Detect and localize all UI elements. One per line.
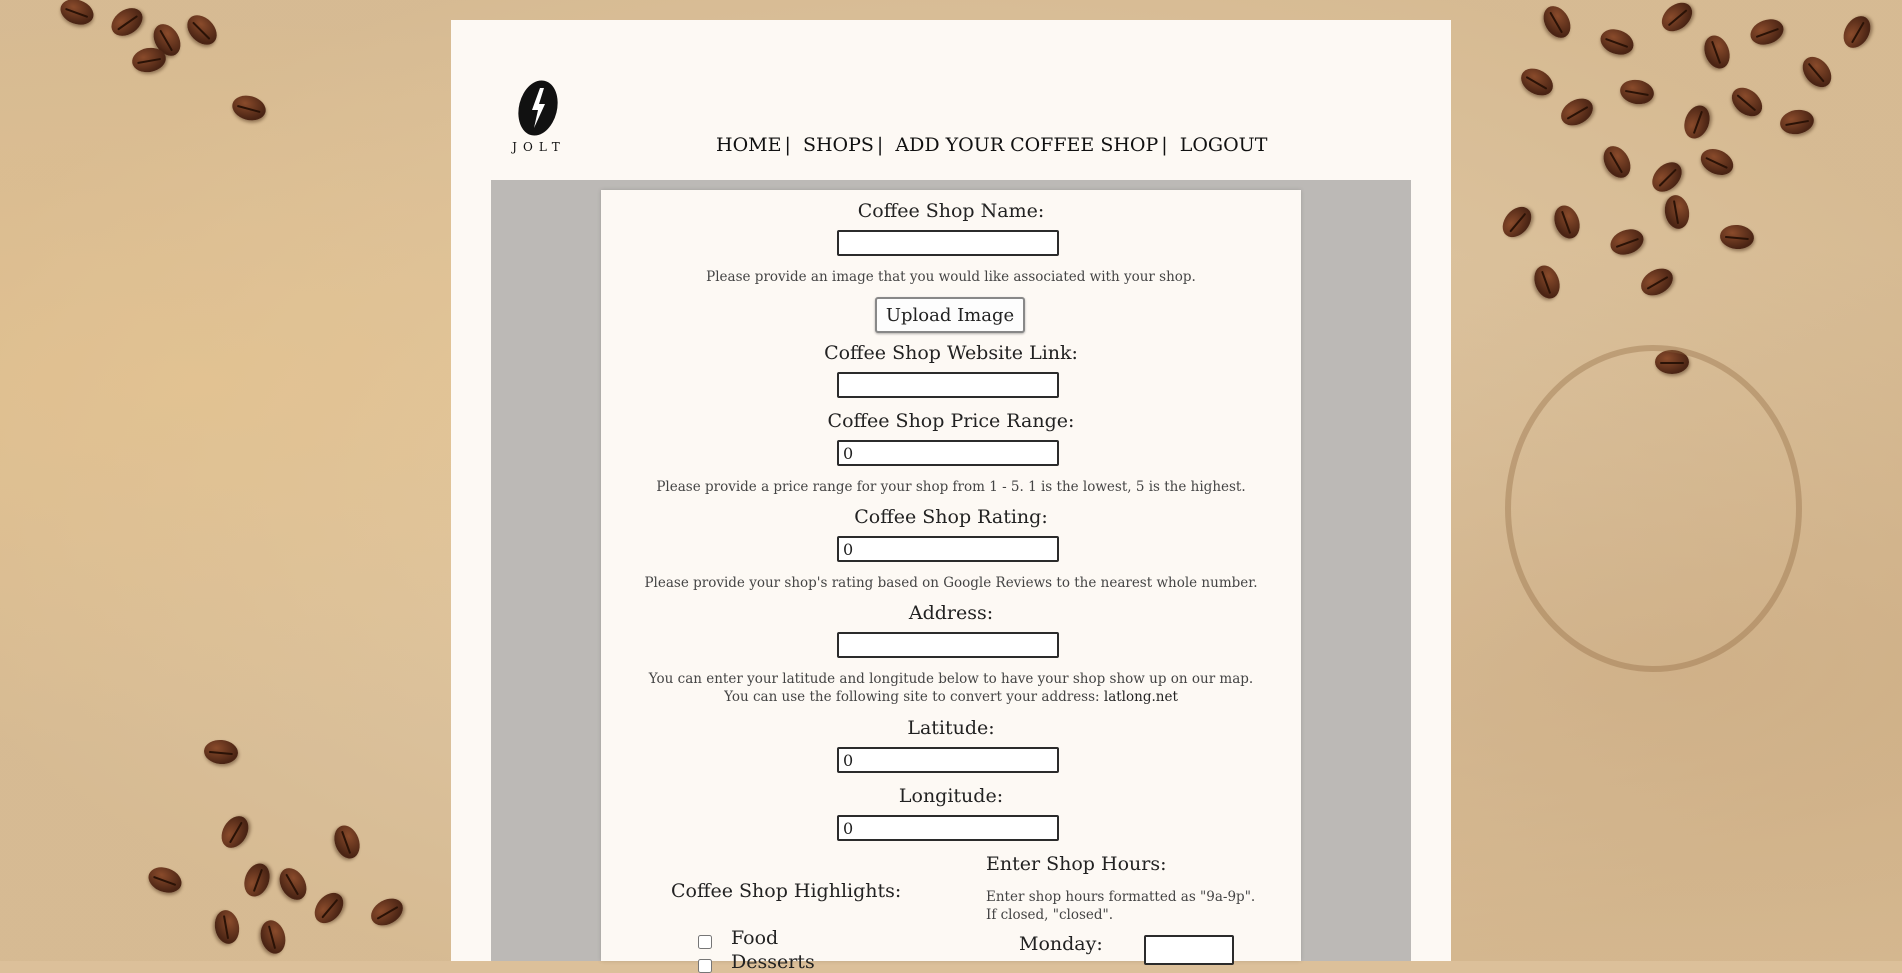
highlight-food-checkbox[interactable] [698,935,712,949]
longitude-label: Longitude: [898,785,1004,807]
highlight-desserts-label: Desserts [731,951,815,973]
shop-name-input[interactable] [837,230,1059,256]
address-label: Address: [908,602,994,624]
coffee-bean [1719,223,1755,251]
website-input[interactable] [837,372,1059,398]
nav-add-coffee-shop[interactable]: ADD YOUR COFFEE SHOP [895,134,1158,156]
coffee-bean [212,908,242,946]
price-range-input[interactable] [837,440,1059,466]
coffee-bean [1598,141,1636,183]
nav-logout[interactable]: LOGOUT [1180,134,1268,156]
coffee-bean [1746,14,1788,50]
content-area: Coffee Shop Name: Please provide an imag… [491,180,1411,973]
coffee-bean [1726,81,1768,123]
latlong-site-hint: You can use the following site to conver… [601,688,1301,707]
website-label: Coffee Shop Website Link: [824,342,1078,364]
coffee-bean [216,811,254,853]
coffee-bean [366,893,408,931]
coffee-bean [257,917,289,957]
logo-text: JOLT [512,140,566,154]
longitude-input[interactable] [837,815,1059,841]
latlong-link[interactable]: latlong.net [1104,689,1178,705]
nav-separator: | [784,134,791,156]
site-header: JOLT HOME | SHOPS | ADD YOUR COFFEE SHOP | … [491,76,1411,184]
jolt-logo[interactable]: JOLT [511,76,581,170]
upload-image-button[interactable]: Upload Image [875,297,1025,333]
monday-label: Monday: [1019,933,1103,955]
coffee-bean [229,92,269,124]
add-shop-form: Coffee Shop Name: Please provide an imag… [601,190,1301,973]
coffee-bean [1656,0,1698,38]
coffee-bean [1556,93,1598,131]
coffee-bean [1606,224,1648,260]
coffee-bean [1699,31,1735,73]
coffee-bean [203,738,239,766]
highlight-desserts-checkbox[interactable] [698,959,712,973]
coffee-bean [1679,101,1715,143]
nav-home[interactable]: HOME [716,134,781,156]
coffee-bean [308,887,350,929]
rating-label: Coffee Shop Rating: [854,506,1048,528]
shop-hours-title: Enter Shop Hours: [986,853,1167,875]
main-nav: HOME | SHOPS | ADD YOUR COFFEE SHOP | LOGOU… [716,134,1267,156]
nav-separator: | [876,134,884,156]
coffee-bean [1496,201,1538,243]
image-hint: Please provide an image that you would l… [706,269,1196,285]
latlong-hint: You can enter your latitude and longitud… [648,671,1254,687]
coffee-bean [1646,156,1688,198]
price-range-label: Coffee Shop Price Range: [827,410,1075,432]
shop-name-label: Coffee Shop Name: [857,200,1045,222]
coffee-bean [1538,1,1576,43]
coffee-bean [1618,77,1656,107]
coffee-bean [1636,263,1678,301]
main-page: JOLT HOME | SHOPS | ADD YOUR COFFEE SHOP | … [451,20,1451,973]
coffee-bean [1662,193,1692,231]
coffee-ring-stain [1505,345,1802,672]
coffee-bean [1596,24,1638,60]
coffee-bean [56,0,98,30]
highlights-title: Coffee Shop Highlights: [671,880,902,902]
address-input[interactable] [837,632,1059,658]
nav-shops[interactable]: SHOPS [803,134,874,156]
rating-hint: Please provide your shop's rating based … [644,575,1258,591]
coffee-bean [329,821,365,863]
coffee-bean [1778,107,1816,137]
coffee-bean [1838,11,1876,53]
coffee-bean [1549,201,1585,243]
coffee-bean [144,862,186,898]
lightning-bolt-icon [532,88,545,128]
highlight-food-label: Food [731,927,779,949]
coffee-bean [181,9,223,51]
coffee-bean [1516,63,1558,101]
coffee-bean [1796,51,1838,93]
coffee-bean [274,863,312,905]
nav-separator: | [1161,134,1168,156]
coffee-bean [1696,143,1738,181]
coffee-bean [106,2,148,42]
shop-hours-hint: Enter shop hours formatted as "9a-9p". I… [986,889,1256,923]
coffee-bean [1529,261,1565,303]
price-range-hint: Please provide a price range for your sh… [656,479,1246,495]
latitude-input[interactable] [837,747,1059,773]
latitude-label: Latitude: [907,717,995,739]
latlong-site-text: You can use the following site to conver… [724,689,1100,705]
rating-input[interactable] [837,536,1059,562]
coffee-bean [239,859,275,901]
